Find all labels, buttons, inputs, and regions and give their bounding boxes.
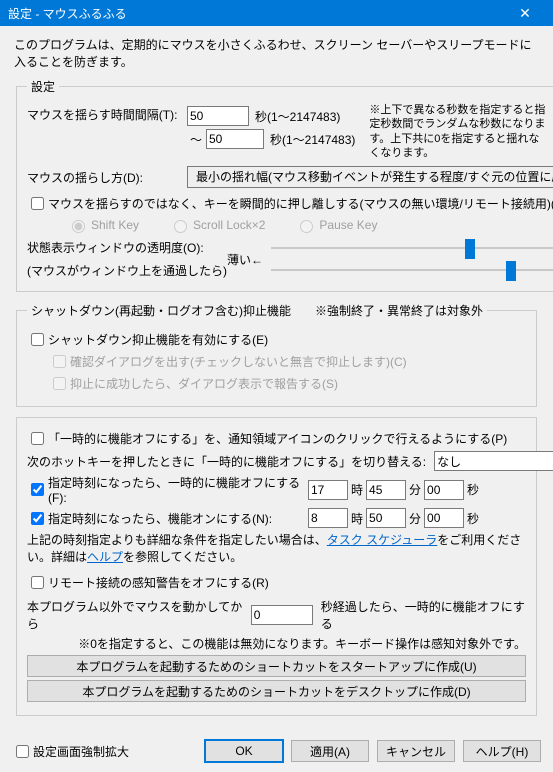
shutdown-report-checkbox: [53, 377, 66, 390]
hotkey-input[interactable]: [434, 451, 553, 471]
off-sec[interactable]: [424, 480, 464, 500]
key-radio-row: Shift Key Scroll Lock×2 Pause Key: [67, 217, 553, 233]
interval-unit2: 秒(1～2147483): [270, 131, 355, 148]
cancel-button[interactable]: キャンセル: [377, 740, 455, 762]
tilde: ～: [187, 131, 202, 148]
opacity-slider-2[interactable]: [271, 259, 553, 281]
on-min[interactable]: [366, 508, 406, 528]
interval-from-input[interactable]: [187, 106, 249, 126]
toggle-by-icon-label: 「一時的に機能オフにする」を、通知領域アイコンのクリックで行えるようにする(P): [48, 430, 507, 447]
on-at-label: 指定時刻になったら、機能オンにする(N):: [48, 510, 308, 527]
interval-unit1: 秒(1～2147483): [255, 108, 340, 125]
shutdown-enable-label: シャットダウン抑止機能を有効にする(E): [48, 331, 268, 348]
hotkey-label: 次のホットキーを押したときに「一時的に機能オフにする」を切り替える:: [27, 453, 426, 470]
shutdown-legend: シャットダウン(再起動・ログオフ含む)抑止機能 ※強制終了・異常終了は対象外: [27, 302, 487, 319]
close-icon[interactable]: ✕: [505, 5, 545, 22]
shutdown-group: シャットダウン(再起動・ログオフ含む)抑止機能 ※強制終了・異常終了は対象外 シ…: [16, 302, 537, 407]
shutdown-report-label: 抑止に成功したら、ダイアログ表示で報告する(S): [70, 375, 338, 392]
settings-legend: 設定: [27, 78, 59, 95]
task-scheduler-link[interactable]: タスク スケジューラ: [327, 533, 438, 547]
toggle-by-icon-checkbox[interactable]: [31, 432, 44, 445]
force-enlarge-label: 設定画面強制拡大: [33, 743, 129, 760]
shutdown-enable-checkbox[interactable]: [31, 333, 44, 346]
opacity-slider-1[interactable]: [271, 237, 553, 259]
interval-note: ※上下で異なる秒数を指定すると指定秒数間でランダムな秒数になります。上下共に0を…: [369, 103, 549, 160]
off-min[interactable]: [366, 480, 406, 500]
radio-scroll: [174, 220, 187, 233]
intro-text: このプログラムは、定期的にマウスを小さくふるわせ、スクリーン セーバーやスリープ…: [14, 36, 539, 70]
create-startup-shortcut-button[interactable]: 本プログラムを起動するためのショートカットをスタートアップに作成(U): [27, 655, 526, 677]
window-title: 設定 - マウスふるふる: [8, 5, 505, 22]
force-enlarge-checkbox[interactable]: [16, 745, 29, 758]
interval-label: マウスを揺らす時間間隔(T):: [27, 103, 187, 123]
key-mode-label: マウスを揺らすのではなく、キーを瞬間的に押し離しする(マウスの無い環境/リモート…: [48, 195, 553, 212]
method-select[interactable]: 最小の揺れ幅(マウス移動イベントが発生する程度/すぐ元の位置に戻す): [187, 166, 553, 188]
other-mouse-note: ※0を指定すると、この機能は無効になります。キーボード操作は感知対象外です。: [27, 635, 526, 652]
method-label: マウスの揺らし方(D):: [27, 169, 187, 186]
on-at-checkbox[interactable]: [31, 512, 44, 525]
other-mouse-input[interactable]: [251, 605, 313, 625]
slider-left-label: 薄い←: [227, 251, 263, 268]
key-mode-checkbox[interactable]: [31, 197, 44, 210]
radio-pause: [300, 220, 313, 233]
radio-shift: [72, 220, 85, 233]
titlebar: 設定 - マウスふるふる ✕: [0, 0, 553, 26]
settings-group: 設定 マウスを揺らす時間間隔(T): 秒(1～2147483) ～ 秒(1～21…: [16, 78, 553, 292]
on-sec[interactable]: [424, 508, 464, 528]
shutdown-confirm-label: 確認ダイアログを出す(チェックしないと無言で抑止します)(C): [70, 353, 407, 370]
interval-to-input[interactable]: [206, 129, 264, 149]
apply-button[interactable]: 適用(A): [291, 740, 369, 762]
help-link[interactable]: ヘルプ: [87, 550, 123, 564]
other-mouse-tail: 秒経過したら、一時的に機能オフにする: [321, 598, 526, 632]
create-desktop-shortcut-button[interactable]: 本プログラムを起動するためのショートカットをデスクトップに作成(D): [27, 680, 526, 702]
other-mouse-label: 本プログラム以外でマウスを動かしてから: [27, 598, 243, 632]
help-button[interactable]: ヘルプ(H): [463, 740, 541, 762]
off-at-checkbox[interactable]: [31, 483, 44, 496]
toggle-group: 「一時的に機能オフにする」を、通知領域アイコンのクリックで行えるようにする(P)…: [16, 417, 537, 716]
remote-warn-label: リモート接続の感知警告をオフにする(R): [48, 574, 269, 591]
remote-warn-checkbox[interactable]: [31, 576, 44, 589]
off-hour[interactable]: [308, 480, 348, 500]
ok-button[interactable]: OK: [205, 740, 283, 762]
on-hour[interactable]: [308, 508, 348, 528]
opacity-hint: (マウスがウィンドウ上を通過したら): [27, 262, 227, 279]
off-at-label: 指定時刻になったら、一時的に機能オフにする(F):: [48, 474, 308, 505]
scheduler-note: 上記の時刻指定よりも詳細な条件を指定したい場合は、タスク スケジューラをご利用く…: [27, 531, 526, 565]
shutdown-confirm-checkbox: [53, 355, 66, 368]
opacity-label: 状態表示ウィンドウの透明度(O):: [27, 239, 227, 256]
